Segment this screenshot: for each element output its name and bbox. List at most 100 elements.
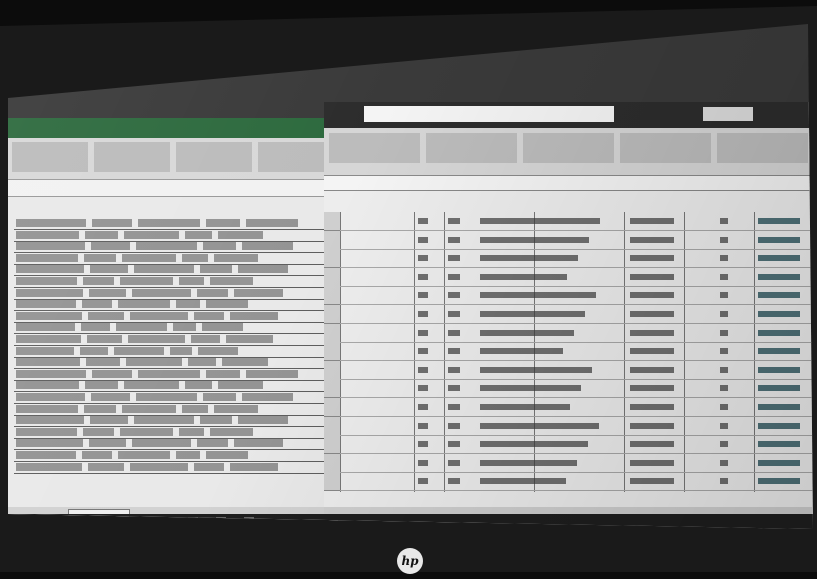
table-row[interactable] [14,438,330,451]
table-row[interactable] [340,286,813,306]
table-row[interactable] [14,450,330,462]
table-row[interactable] [14,253,330,265]
table-row[interactable] [14,404,330,416]
table-row[interactable] [340,435,813,455]
table-row[interactable] [14,392,330,404]
row-header[interactable] [324,249,340,269]
table-row[interactable] [340,212,813,231]
row-header[interactable] [324,360,340,380]
table-row[interactable] [14,334,330,346]
cell-placeholder [246,369,298,378]
table-row[interactable] [340,472,813,492]
left-excel-window[interactable] [8,118,338,529]
row-header[interactable] [324,379,340,399]
row-header[interactable] [324,416,340,436]
row-header[interactable] [324,267,340,287]
left-spreadsheet-grid[interactable] [14,218,330,474]
ribbon-group[interactable] [329,133,420,163]
row-header[interactable] [324,398,340,417]
table-row[interactable] [14,218,330,230]
right-ribbon[interactable] [324,128,813,176]
row-header[interactable] [324,286,340,306]
cell-placeholder [84,253,116,262]
table-row[interactable] [340,249,813,269]
cell-placeholder [16,300,76,309]
app-icon[interactable] [244,517,254,527]
row-header[interactable] [324,305,340,324]
cell-placeholder [720,459,728,466]
right-window-titlebar[interactable] [324,102,813,128]
row-header[interactable] [324,212,340,231]
ribbon-group[interactable] [717,133,808,163]
row-header[interactable] [324,323,340,343]
cell-placeholder [16,219,86,227]
right-excel-window[interactable] [324,102,813,529]
ribbon-group[interactable] [176,142,252,172]
excel-icon[interactable] [216,517,226,527]
cell-placeholder [630,404,674,410]
table-row[interactable] [14,415,330,428]
table-row[interactable] [14,462,330,474]
search-icon[interactable] [76,517,86,527]
table-row[interactable] [14,346,330,358]
left-window-titlebar[interactable] [8,118,338,138]
right-formula-bar[interactable] [324,176,813,191]
table-row[interactable] [14,230,330,242]
table-row[interactable] [340,324,813,343]
left-formula-bar[interactable] [8,180,338,197]
user-account-label[interactable] [703,107,753,121]
cell-placeholder [234,439,283,448]
table-row[interactable] [340,231,813,250]
cell-placeholder [630,478,674,485]
cell-placeholder [118,451,170,459]
table-row[interactable] [340,379,813,399]
explorer-icon[interactable] [132,517,142,527]
table-row[interactable] [14,369,330,381]
cell-placeholder [16,253,78,262]
row-header[interactable] [324,435,340,455]
ribbon-group[interactable] [94,142,170,172]
row-header[interactable] [324,472,340,492]
row-header[interactable] [324,453,340,473]
task-view-icon[interactable] [104,517,114,527]
table-row[interactable] [340,342,813,362]
cell-placeholder [758,441,800,448]
left-ribbon[interactable] [8,138,338,180]
start-icon[interactable] [48,517,58,527]
table-row[interactable] [340,398,813,417]
table-row[interactable] [14,427,330,439]
excel-icon[interactable] [188,517,198,527]
table-row[interactable] [14,322,330,335]
cell-placeholder [448,348,460,355]
row-header[interactable] [324,230,340,250]
cell-placeholder [191,335,220,343]
cell-placeholder [89,439,126,448]
cell-placeholder [480,348,563,355]
table-row[interactable] [340,417,813,436]
table-row[interactable] [14,311,330,323]
table-row[interactable] [14,357,330,370]
table-row[interactable] [340,268,813,287]
cell-placeholder [448,329,460,336]
table-row[interactable] [340,305,813,324]
table-row[interactable] [14,276,330,288]
ribbon-group[interactable] [523,133,614,163]
cell-placeholder [198,346,238,355]
table-row[interactable] [14,264,330,277]
table-row[interactable] [14,288,330,300]
table-row[interactable] [14,241,330,254]
table-row[interactable] [14,299,330,312]
ribbon-group[interactable] [12,142,88,172]
windows-taskbar[interactable] [8,514,813,529]
table-row[interactable] [14,380,330,393]
table-row[interactable] [340,361,813,380]
right-spreadsheet-grid[interactable] [324,212,813,492]
ribbon-group[interactable] [258,142,334,172]
row-header[interactable] [324,342,340,362]
table-row[interactable] [340,454,813,473]
ribbon-group[interactable] [426,133,517,163]
ribbon-group[interactable] [620,133,711,163]
tell-me-search-input[interactable] [364,106,614,122]
edge-icon[interactable] [160,517,170,527]
cell-placeholder [630,329,674,336]
